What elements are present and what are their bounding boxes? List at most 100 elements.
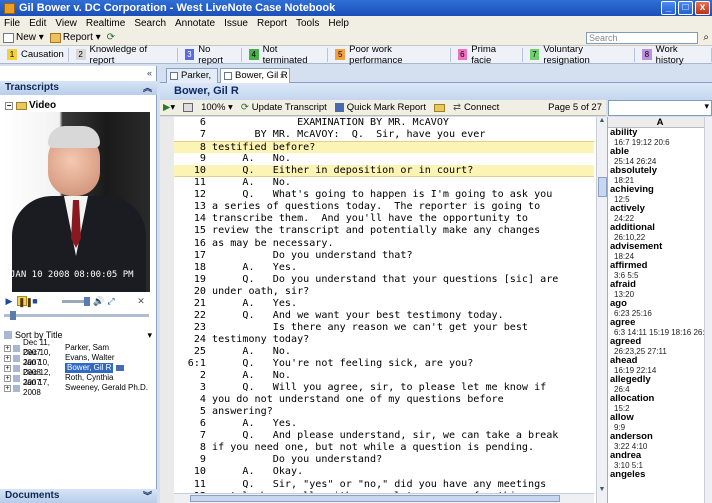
transcript-line[interactable]: 6 EXAMINATION BY MR. McAVOY [174,117,594,129]
transcript-line[interactable]: 16 as may be necessary. [174,238,594,250]
maximize-button[interactable]: □ [678,1,693,15]
transcript-view[interactable]: 6 EXAMINATION BY MR. McAVOY 7 BY MR. McAV… [160,117,608,503]
transcript-line[interactable]: 10 Q. Either in deposition or in court? [174,165,594,178]
menu-view[interactable]: View [55,18,77,29]
word-index-word[interactable]: affirmed [608,261,712,271]
chevron-down-icon[interactable]: ▾ [147,330,152,341]
fullscreen-icon[interactable]: ⤢ [106,296,116,306]
word-index-word[interactable]: andrea [608,451,712,461]
word-index-word[interactable]: angeles [608,470,712,480]
search-input[interactable]: Search [586,32,698,44]
scroll-up-icon[interactable]: ▲ [597,117,607,124]
horizontal-scrollbar[interactable] [174,493,594,503]
transcript-line[interactable]: 8 if you need one, but not while a questi… [174,442,594,454]
annotation-gutter[interactable] [160,117,174,503]
issue-work-history[interactable]: 8 Work history [635,44,712,66]
print-button[interactable] [183,103,194,112]
word-index-word[interactable]: absolutely [608,166,712,176]
video-player[interactable]: JAN 10 2008 08:00:05 PM [4,112,150,292]
word-index-search[interactable]: ▾ [608,100,712,116]
new-button[interactable]: New ▾ [3,32,44,43]
transcript-line[interactable]: 4 you do not understand one of my questio… [174,394,594,406]
transcript-line[interactable]: 9 A. No. [174,153,594,165]
transcript-line[interactable]: 23 Is there any reason we can't get your… [174,322,594,334]
expand-icon[interactable]: + [4,344,11,352]
close-button[interactable]: x [695,1,710,15]
folder-button[interactable] [433,103,445,112]
search-icon[interactable]: ⌕ [703,32,709,44]
expand-icon[interactable]: + [4,374,11,382]
speaker-icon[interactable]: 🔊 [93,296,104,306]
report-button[interactable]: Report ▾ [49,32,101,43]
word-index-word[interactable]: agree [608,318,712,328]
documents-header[interactable]: Documents ︾ [0,489,157,503]
transcript-line[interactable]: 5 answering? [174,406,594,418]
navigate-button[interactable]: ▶ ▾ [163,102,175,113]
pause-icon[interactable]: ❚❚ [17,296,33,307]
expand-icon[interactable]: + [4,384,11,392]
transcript-line[interactable]: 11 A. No. [174,177,594,189]
chevron-down-icon[interactable]: ︾ [143,489,152,503]
issue-knowledge-of-report[interactable]: 2 Knowledge of report [69,44,178,66]
transcript-line[interactable]: 6 A. Yes. [174,418,594,430]
expand-icon[interactable]: + [4,354,11,362]
seek-knob[interactable] [10,311,16,320]
word-index-word[interactable]: anderson [608,432,712,442]
menu-edit[interactable]: Edit [29,18,46,29]
transcript-line[interactable]: 21 A. Yes. [174,298,594,310]
transcript-line[interactable]: 10 A. Okay. [174,466,594,478]
quick-mark-report-button[interactable]: Quick Mark Report [334,102,426,113]
menu-file[interactable]: File [4,18,20,29]
word-index-word[interactable]: achieving [608,185,712,195]
refresh-button[interactable]: ⟳ [107,32,115,43]
word-index-scrollbar[interactable] [704,117,712,503]
minimize-button[interactable]: _ [661,1,676,15]
transcript-line[interactable]: 18 A. Yes. [174,262,594,274]
video-tree-node[interactable]: − Video [5,100,56,111]
transcript-line[interactable]: 14 transcribe them. And you'll have the o… [174,213,594,225]
word-index-word[interactable]: advisement [608,242,712,252]
transcript-line[interactable]: 8 testified before? [174,141,594,154]
transcript-line[interactable]: 7 Q. And please understand, sir, we can … [174,430,594,442]
scroll-down-icon[interactable]: ▼ [597,486,607,493]
vertical-scrollbar[interactable]: ▲ ▼ [596,117,607,503]
scrollbar-thumb[interactable] [190,495,560,502]
word-index-word[interactable]: afraid [608,280,712,290]
transcript-line[interactable]: 19 Q. Do you understand that your questi… [174,274,594,286]
word-index-word[interactable]: additional [608,223,712,233]
issue-not-terminated[interactable]: 4 Not terminated [242,44,329,66]
scrollbar-thumb[interactable] [598,177,607,197]
transcript-line[interactable]: 11 Q. Sir, "yes" or "no," did you have a… [174,479,594,491]
chevron-down-icon[interactable]: ▾ [704,101,709,112]
volume-slider[interactable] [62,296,90,306]
word-index-word[interactable]: allocation [608,394,712,404]
transcript-line[interactable]: 24 testimony today? [174,334,594,346]
issue-voluntary-resignation[interactable]: 7 Voluntary resignation [523,44,635,66]
collapse-panel-icon[interactable]: « [147,68,152,78]
menu-search[interactable]: Search [134,18,166,29]
transcript-line[interactable]: 20 under oath, sir? [174,286,594,298]
word-index-word[interactable]: ability [608,128,712,138]
stop-icon[interactable]: ■ [30,296,40,306]
close-video-icon[interactable]: ✕ [136,296,146,306]
tab-bower-gil-r[interactable]: Bower, Gil R × [220,68,290,83]
menu-annotate[interactable]: Annotate [175,18,215,29]
tab-parker-sam[interactable]: Parker, Sam [166,68,218,95]
menu-help[interactable]: Help [328,18,349,29]
transcript-line[interactable]: 7 BY MR. McAVOY: Q. Sir, have you ever [174,129,594,141]
update-transcript-button[interactable]: ⟳ Update Transcript [241,102,327,113]
transcript-line[interactable]: 13 a series of questions today. The repor… [174,201,594,213]
word-index-word[interactable]: allegedly [608,375,712,385]
word-index-word[interactable]: ago [608,299,712,309]
issue-prima-facie[interactable]: 6 Prima facie [451,44,523,66]
word-index-word[interactable]: actively [608,204,712,214]
transcript-line[interactable]: 9 Do you understand? [174,454,594,466]
menu-tools[interactable]: Tools [296,18,319,29]
transcript-line[interactable]: 25 A. No. [174,346,594,358]
word-index-word[interactable]: ahead [608,356,712,366]
menu-report[interactable]: Report [257,18,287,29]
volume-knob[interactable] [84,296,90,306]
transcript-line[interactable]: 6:1 Q. You're not feeling sick, are you? [174,358,594,370]
zoom-dropdown[interactable]: 100% ▾ [201,102,233,113]
seek-slider[interactable] [4,311,149,320]
